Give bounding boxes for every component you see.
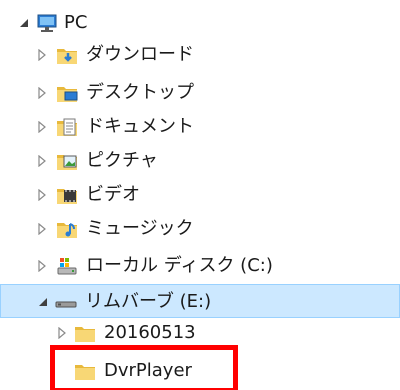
collapsed-arrow-icon[interactable]: [36, 121, 48, 133]
tree-item-videos[interactable]: ビデオ: [0, 178, 400, 212]
tree-item-label: ミュージック: [86, 218, 194, 239]
tree-item-label: ダウンロード: [86, 44, 194, 65]
expanded-arrow-icon[interactable]: [18, 17, 30, 29]
navigation-tree: PC ダウンロード デスクトップ ドキュメント ピクチャ ビデオ ミュージック …: [0, 0, 400, 390]
tree-item-label: ピクチャ: [86, 150, 158, 171]
highlight-box: [50, 345, 238, 390]
tree-item-label: PC: [64, 12, 88, 33]
collapsed-arrow-icon[interactable]: [36, 49, 48, 61]
tree-item-pictures[interactable]: ピクチャ: [0, 144, 400, 178]
tree-item-local-disk-c[interactable]: ローカル ディスク (C:): [0, 249, 400, 283]
tree-item-label: ドキュメント: [86, 116, 194, 137]
pc-monitor-icon: [37, 14, 57, 32]
expanded-arrow-icon[interactable]: [37, 296, 49, 308]
tree-item-removable-e[interactable]: リムバーブ (E:): [0, 284, 400, 318]
tree-item-label: デスクトップ: [86, 82, 194, 103]
tree-item-desktop[interactable]: デスクトップ: [0, 76, 400, 110]
removable-drive-icon: [55, 301, 77, 308]
collapsed-arrow-icon[interactable]: [36, 260, 48, 272]
collapsed-arrow-icon[interactable]: [36, 155, 48, 167]
collapsed-arrow-icon[interactable]: [56, 327, 68, 339]
local-disk-icon: [57, 258, 77, 275]
collapsed-arrow-icon[interactable]: [36, 223, 48, 235]
downloads-folder-icon: [56, 44, 78, 66]
pictures-folder-icon: [56, 150, 78, 172]
tree-item-label: リムバーブ (E:): [85, 291, 212, 312]
videos-folder-icon: [56, 184, 78, 206]
tree-item-music[interactable]: ミュージック: [0, 212, 400, 246]
tree-item-label: 20160513: [104, 322, 196, 343]
collapsed-arrow-icon[interactable]: [36, 189, 48, 201]
tree-item-documents[interactable]: ドキュメント: [0, 110, 400, 144]
tree-item-pc[interactable]: PC: [0, 6, 400, 40]
music-folder-icon: [56, 218, 78, 240]
collapsed-arrow-icon[interactable]: [36, 87, 48, 99]
tree-item-label: ローカル ディスク (C:): [86, 255, 273, 276]
folder-icon: [74, 322, 96, 344]
tree-item-downloads[interactable]: ダウンロード: [0, 38, 400, 72]
documents-folder-icon: [56, 118, 78, 138]
desktop-folder-icon: [56, 82, 78, 104]
tree-item-label: ビデオ: [86, 184, 140, 205]
